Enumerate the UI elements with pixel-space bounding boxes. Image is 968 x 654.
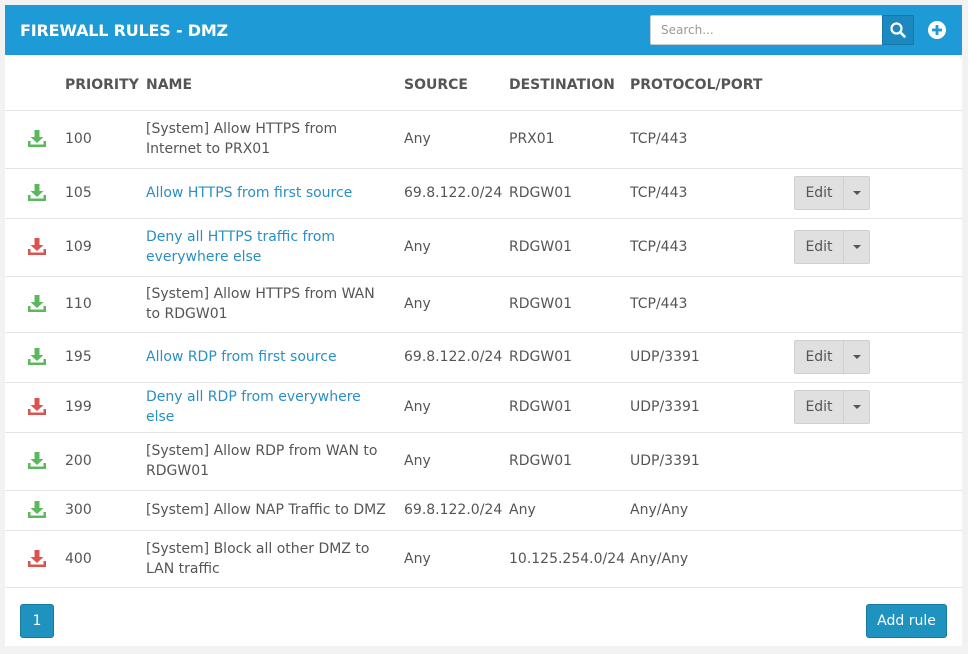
header-source[interactable]: SOURCE: [404, 55, 509, 111]
row-action-group: Edit: [794, 340, 870, 374]
rule-priority: 300: [65, 490, 146, 531]
edit-dropdown-toggle[interactable]: [844, 390, 870, 424]
rule-name: [System] Allow HTTPS from Internet to PR…: [146, 121, 338, 157]
download-deny-icon: [28, 549, 46, 567]
table-header-row: PRIORITY NAME SOURCE DESTINATION PROTOCO…: [5, 55, 962, 111]
caret-down-icon: [852, 405, 861, 409]
rule-destination: Any: [509, 490, 630, 531]
rule-source: 69.8.122.0/24: [404, 490, 509, 531]
page-title: FIREWALL RULES - DMZ: [20, 21, 228, 40]
header-name[interactable]: NAME: [146, 55, 404, 111]
rule-protocol: Any/Any: [630, 490, 794, 531]
row-action-group: Edit: [794, 230, 870, 264]
table-row: 105 Allow HTTPS from first source 69.8.1…: [5, 168, 962, 219]
edit-button[interactable]: Edit: [794, 230, 844, 264]
header-priority[interactable]: PRIORITY: [65, 55, 146, 111]
rule-protocol: TCP/443: [630, 168, 794, 219]
pagination-page-button[interactable]: 1: [20, 603, 54, 638]
rule-protocol: Any/Any: [630, 530, 794, 588]
edit-dropdown-toggle[interactable]: [844, 340, 870, 374]
rule-source: Any: [404, 110, 509, 169]
table-row: 110 [System] Allow HTTPS from WAN to RDG…: [5, 276, 962, 333]
caret-down-icon: [852, 355, 861, 359]
add-circle-icon[interactable]: [927, 20, 947, 40]
rule-protocol: TCP/443: [630, 110, 794, 169]
rule-name[interactable]: Deny all RDP from everywhere else: [146, 389, 361, 425]
rule-source: 69.8.122.0/24: [404, 332, 509, 383]
table-row: 100 [System] Allow HTTPS from Internet t…: [5, 110, 962, 169]
rule-priority: 110: [65, 276, 146, 333]
search-button[interactable]: [882, 15, 914, 45]
header-actions: [794, 55, 962, 111]
rule-destination: RDGW01: [509, 432, 630, 491]
rule-priority: 100: [65, 110, 146, 169]
panel-header: FIREWALL RULES - DMZ: [5, 5, 962, 55]
table-row: 109 Deny all HTTPS traffic from everywhe…: [5, 218, 962, 277]
header-destination[interactable]: DESTINATION: [509, 55, 630, 111]
header-icon-col: [5, 55, 65, 111]
rule-destination: 10.125.254.0/24: [509, 530, 630, 588]
caret-down-icon: [852, 245, 861, 249]
table-row: 195 Allow RDP from first source 69.8.122…: [5, 332, 962, 383]
row-action-group: Edit: [794, 390, 870, 424]
panel-footer: 1 Add rule: [5, 588, 962, 654]
rule-name: [System] Allow NAP Traffic to DMZ: [146, 502, 386, 518]
edit-dropdown-toggle[interactable]: [844, 176, 870, 210]
rule-source: Any: [404, 276, 509, 333]
rule-name[interactable]: Deny all HTTPS traffic from everywhere e…: [146, 229, 335, 265]
rule-protocol: UDP/3391: [630, 432, 794, 491]
download-allow-icon: [28, 501, 46, 518]
rule-priority: 200: [65, 432, 146, 491]
rule-name[interactable]: Allow RDP from first source: [146, 349, 337, 365]
download-allow-icon: [28, 130, 46, 147]
edit-button[interactable]: Edit: [794, 340, 844, 374]
rule-destination: PRX01: [509, 110, 630, 169]
rule-protocol: TCP/443: [630, 218, 794, 277]
download-allow-icon: [28, 348, 46, 365]
rule-priority: 109: [65, 218, 146, 277]
rule-source: Any: [404, 432, 509, 491]
search-input[interactable]: [650, 15, 882, 45]
edit-button[interactable]: Edit: [794, 390, 844, 424]
rule-source: 69.8.122.0/24: [404, 168, 509, 219]
download-allow-icon: [28, 452, 46, 469]
rule-destination: RDGW01: [509, 276, 630, 333]
rule-name: [System] Allow HTTPS from WAN to RDGW01: [146, 286, 375, 322]
rule-destination: RDGW01: [509, 332, 630, 383]
firewall-rules-panel: FIREWALL RULES - DMZ PRIORITY NAME SOURC…: [5, 5, 962, 646]
download-allow-icon: [28, 295, 46, 312]
rules-table: PRIORITY NAME SOURCE DESTINATION PROTOCO…: [5, 55, 962, 588]
rule-priority: 105: [65, 168, 146, 219]
edit-dropdown-toggle[interactable]: [844, 230, 870, 264]
header-protocol[interactable]: PROTOCOL/PORT: [630, 55, 794, 111]
table-row: 200 [System] Allow RDP from WAN to RDGW0…: [5, 432, 962, 491]
rule-source: Any: [404, 218, 509, 277]
download-allow-icon: [28, 184, 46, 201]
search-box: [650, 15, 914, 45]
row-action-group: Edit: [794, 176, 870, 210]
rule-name: [System] Block all other DMZ to LAN traf…: [146, 540, 370, 577]
rule-protocol: TCP/443: [630, 276, 794, 333]
rule-protocol: UDP/3391: [630, 332, 794, 383]
rule-name: [System] Allow RDP from WAN to RDGW01: [146, 443, 378, 479]
download-deny-icon: [28, 398, 46, 415]
rule-destination: RDGW01: [509, 382, 630, 433]
rule-name[interactable]: Allow HTTPS from first source: [146, 185, 352, 201]
table-row: 300 [System] Allow NAP Traffic to DMZ 69…: [5, 490, 962, 531]
rule-source: Any: [404, 530, 509, 588]
edit-button[interactable]: Edit: [794, 176, 844, 210]
rule-source: Any: [404, 382, 509, 433]
rule-priority: 195: [65, 332, 146, 383]
table-row: 199 Deny all RDP from everywhere else An…: [5, 382, 962, 433]
rule-priority: 199: [65, 382, 146, 433]
rule-priority: 400: [65, 530, 146, 588]
rule-protocol: UDP/3391: [630, 382, 794, 433]
download-deny-icon: [28, 238, 46, 255]
search-icon: [890, 22, 906, 38]
rule-destination: RDGW01: [509, 168, 630, 219]
add-rule-button[interactable]: Add rule: [866, 603, 947, 638]
caret-down-icon: [852, 191, 861, 195]
table-row: 400 [System] Block all other DMZ to LAN …: [5, 530, 962, 588]
rule-destination: RDGW01: [509, 218, 630, 277]
